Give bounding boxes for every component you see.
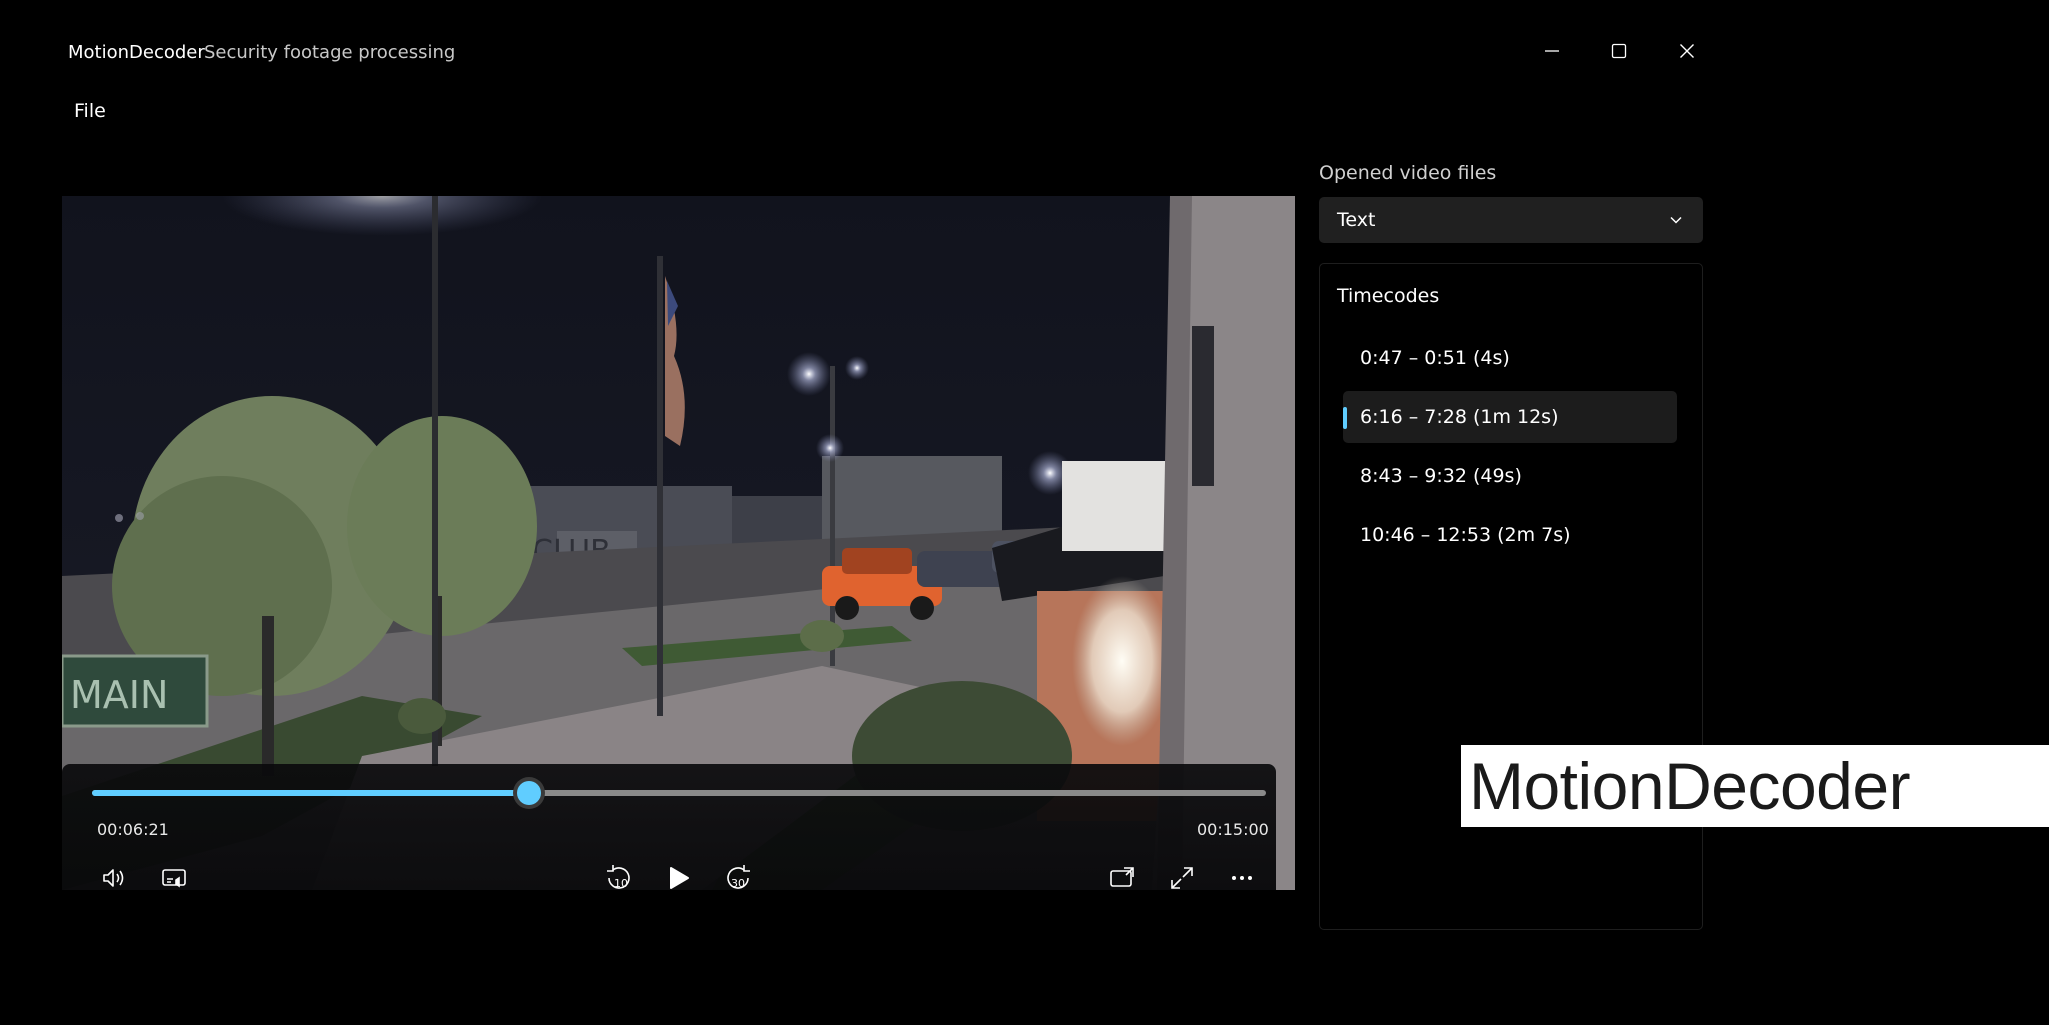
volume-icon[interactable] xyxy=(96,860,132,896)
play-icon xyxy=(670,867,689,889)
watermark-text: MotionDecoder xyxy=(1469,749,1911,823)
timecode-label: 6:16 – 7:28 (1m 12s) xyxy=(1360,406,1559,428)
maximize-icon[interactable] xyxy=(1604,36,1634,66)
timecode-item[interactable]: 8:43 – 9:32 (49s) xyxy=(1343,450,1677,502)
more-icon[interactable] xyxy=(1224,860,1260,896)
timecodes-title: Timecodes xyxy=(1337,285,1440,307)
opened-files-value: Text xyxy=(1337,209,1376,231)
fullscreen-icon[interactable] xyxy=(1164,860,1200,896)
timecode-item[interactable]: 10:46 – 12:53 (2m 7s) xyxy=(1343,509,1677,561)
timecode-label: 0:47 – 0:51 (4s) xyxy=(1360,347,1510,369)
skip-back-10-icon[interactable]: 10 xyxy=(601,860,637,896)
cast-icon[interactable] xyxy=(1104,860,1140,896)
opened-files-dropdown[interactable]: Text xyxy=(1319,197,1703,243)
svg-text:10: 10 xyxy=(614,877,628,890)
app-subtitle: Security footage processing xyxy=(204,42,456,63)
current-time: 00:06:21 xyxy=(97,820,169,839)
total-time: 00:15:00 xyxy=(1197,820,1269,839)
seek-thumb[interactable] xyxy=(516,781,541,805)
timecode-item[interactable]: 0:47 – 0:51 (4s) xyxy=(1343,332,1677,384)
play-button[interactable] xyxy=(660,860,696,896)
timecode-item-selected[interactable]: 6:16 – 7:28 (1m 12s) xyxy=(1343,391,1677,443)
svg-text:30: 30 xyxy=(731,877,745,890)
file-menu[interactable]: File xyxy=(74,100,106,122)
timecode-label: 10:46 – 12:53 (2m 7s) xyxy=(1360,524,1571,546)
minimize-icon[interactable] xyxy=(1537,36,1567,66)
main-sign: MAIN xyxy=(70,673,168,717)
close-icon[interactable] xyxy=(1672,36,1702,66)
app-title: MotionDecoder xyxy=(68,42,205,63)
audio-caption-icon[interactable] xyxy=(156,860,192,896)
seek-progress xyxy=(92,790,529,796)
selection-indicator xyxy=(1343,407,1347,429)
watermark-label: MotionDecoder xyxy=(1461,745,2049,827)
timecode-label: 8:43 – 9:32 (49s) xyxy=(1360,465,1522,487)
opened-files-label: Opened video files xyxy=(1319,162,1497,184)
chevron-down-icon xyxy=(1670,216,1682,224)
skip-forward-30-icon[interactable]: 30 xyxy=(720,860,756,896)
